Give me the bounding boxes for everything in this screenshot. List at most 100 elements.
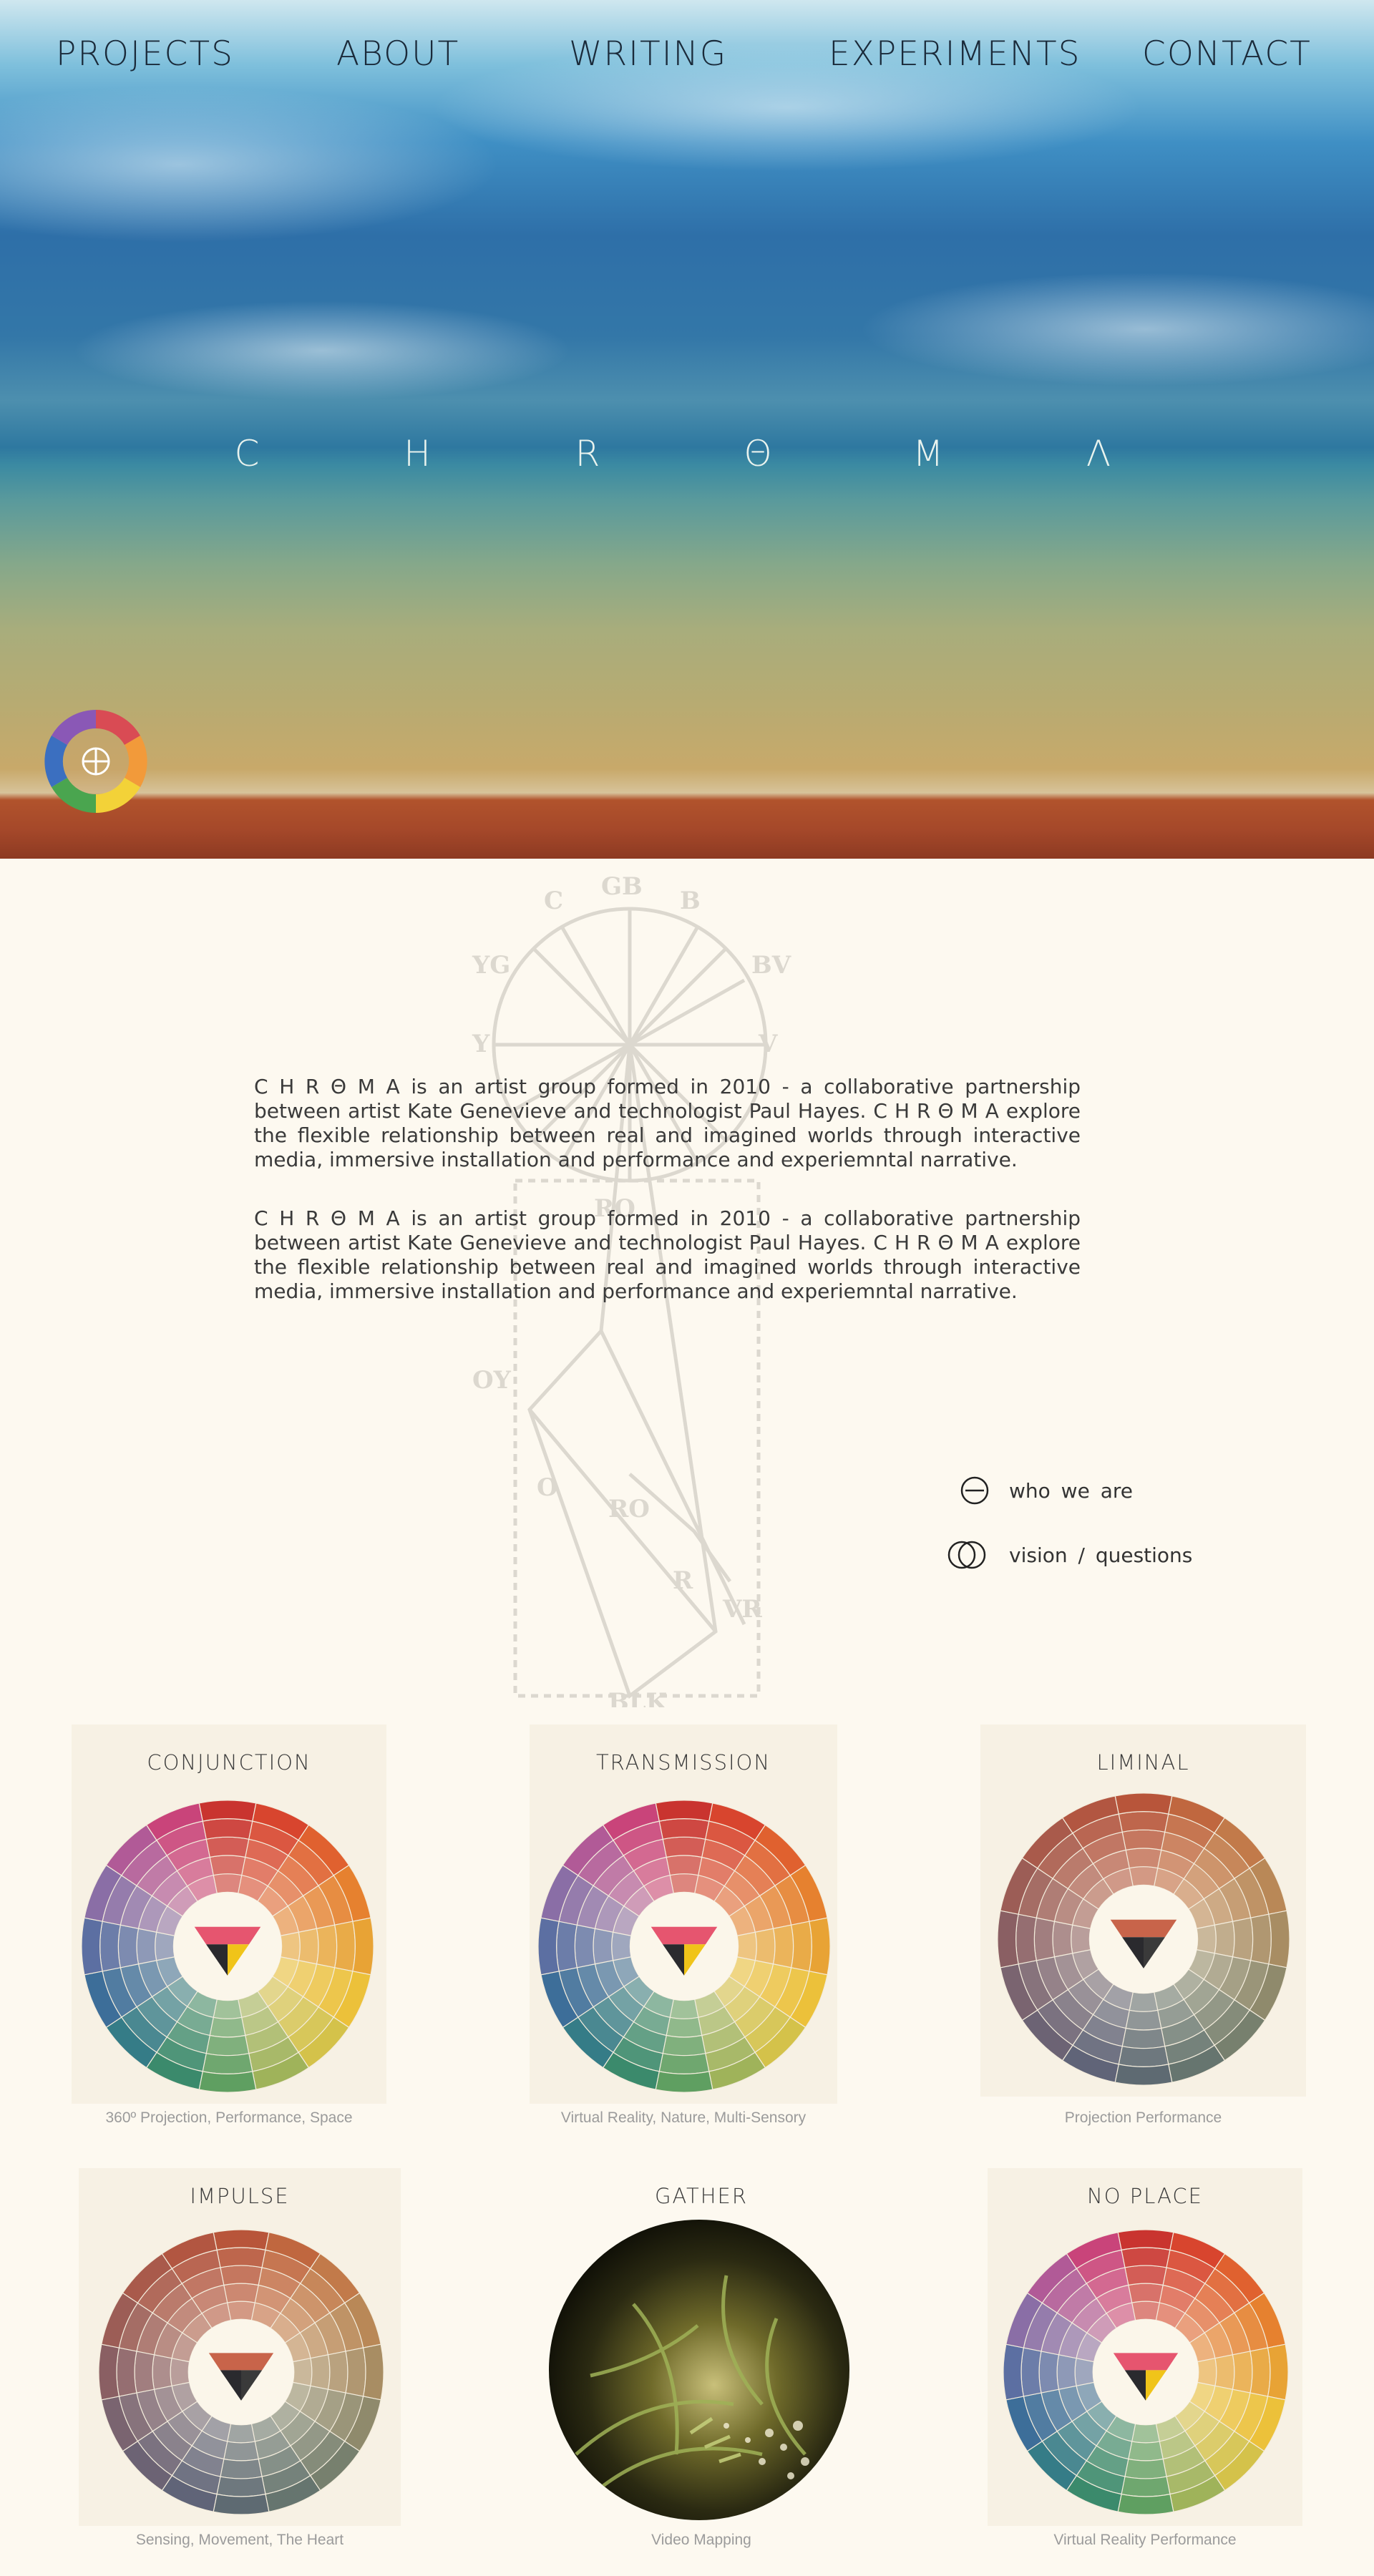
wheel-segment [556, 1921, 578, 1972]
brand-title: C H R Θ M Λ [215, 433, 1131, 483]
wheel-segment [327, 2351, 349, 2394]
color-wheel-logo-icon[interactable] [42, 707, 150, 816]
wheel-segment [223, 2283, 259, 2303]
svg-text:O: O [537, 1473, 558, 1502]
project-title: LIMINAL [1096, 1750, 1190, 1775]
wheel-segment [1232, 2351, 1253, 2394]
wheel-segment [116, 2347, 137, 2397]
nav-about[interactable]: ABOUT [336, 34, 459, 74]
project-card-no-place[interactable]: NO PLACE Virtual Reality Performance [988, 2168, 1302, 2562]
wheel-segment [1232, 1917, 1254, 1961]
wheel-segment [1117, 2229, 1174, 2251]
wheel-segment [345, 2347, 366, 2397]
color-wheel-image [997, 1792, 1290, 2086]
who-we-are-label: who we are [1009, 1478, 1133, 1503]
wheel-segment [1121, 2027, 1166, 2049]
wheel-segment [136, 1928, 157, 1965]
svg-text:RO: RO [608, 1495, 650, 1523]
wheel-segment [213, 1999, 243, 2019]
wheel-segment [1128, 2441, 1164, 2462]
wheel-segment [754, 1928, 776, 1965]
wheel-segment [198, 1800, 257, 1822]
wheel-segment [1128, 2283, 1164, 2303]
wheel-segment [1125, 2009, 1162, 2031]
wheel-segment [1124, 2458, 1167, 2479]
wheel-segment [997, 1910, 1019, 1968]
wheel-segment [662, 1836, 706, 1858]
wheel-segment [791, 1921, 812, 1972]
wheel-segment [666, 1855, 703, 1876]
vision-questions-label: vision / questions [1009, 1543, 1193, 1567]
wheel-segment [1071, 1924, 1091, 1954]
wheel-segment [216, 2247, 266, 2268]
nav-contact[interactable]: CONTACT [1142, 34, 1312, 74]
wheel-segment [662, 2034, 706, 2057]
wheel-segment [213, 2229, 270, 2251]
vision-questions-link[interactable]: vision / questions [945, 1537, 1192, 1573]
wheel-segment [352, 1917, 374, 1976]
wheel-segment [292, 2358, 313, 2386]
project-title: TRANSMISSION [595, 1750, 771, 1775]
brand-letter: M [912, 433, 944, 474]
svg-text:Y: Y [472, 1030, 490, 1058]
nav-projects[interactable]: PROJECTS [56, 34, 234, 74]
project-card-liminal[interactable]: LIMINAL Projection Performance [980, 1724, 1306, 2132]
brand-letter: C [234, 433, 260, 474]
project-title: GATHER [654, 2184, 749, 2208]
wheel-segment [362, 2343, 384, 2401]
color-wheel-image [98, 2229, 384, 2515]
theta-circle-icon [960, 1476, 989, 1505]
wheel-segment [736, 1931, 757, 1961]
cloud-shape [0, 86, 501, 243]
wheel-segment [666, 2016, 703, 2038]
wheel-segment [1118, 2046, 1169, 2067]
wheel-segment [1117, 2493, 1174, 2515]
wheel-segment [334, 1921, 356, 1972]
svg-text:VR: VR [722, 1595, 762, 1624]
brand-letter: H [404, 433, 431, 474]
wheel-segment [574, 1924, 596, 1968]
wheel-segment [213, 1873, 243, 1894]
project-card-transmission[interactable]: TRANSMISSION Virtual Reality, Nature, Mu… [530, 1724, 837, 2132]
wheel-segment [1056, 2354, 1077, 2390]
wheel-segment [220, 2458, 263, 2479]
who-we-are-link[interactable]: who we are [945, 1473, 1133, 1508]
wheel-segment [298, 1928, 319, 1965]
double-circle-icon [947, 1541, 986, 1569]
wheel-segment [310, 2354, 331, 2390]
project-card-gather[interactable]: GATHER Video Mapping [544, 2168, 859, 2562]
wheel-segment [658, 2053, 710, 2074]
color-wheel-image [537, 1800, 831, 2093]
project-title: NO PLACE [1087, 2184, 1203, 2208]
wheel-segment [772, 1924, 794, 1968]
project-card-conjunction[interactable]: CONJUNCTION 360º Projection, Performance… [72, 1724, 386, 2132]
svg-text:BLK: BLK [608, 1688, 668, 1707]
project-title: IMPULSE [190, 2184, 290, 2208]
color-wheel-image [81, 1800, 374, 2093]
wheel-segment [198, 2071, 257, 2093]
wheel-segment [1267, 2343, 1289, 2401]
project-tags: Virtual Reality Performance [1053, 2532, 1237, 2548]
wheel-segment [809, 1917, 831, 1976]
wheel-segment [209, 1855, 246, 1876]
svg-text:YG: YG [472, 951, 510, 980]
wheel-segment [316, 1924, 338, 1968]
wheel-segment [655, 2071, 713, 2093]
brand-letter: Θ [744, 433, 772, 474]
wheel-segment [1121, 2476, 1171, 2497]
project-tags: Projection Performance [1064, 2109, 1222, 2126]
wheel-segment [1250, 1913, 1272, 1965]
project-card-impulse[interactable]: IMPULSE Sensing, Movement, The Heart [79, 2168, 401, 2562]
nav-writing[interactable]: WRITING [569, 34, 727, 74]
wheel-segment [202, 1818, 253, 1840]
project-tags: Sensing, Movement, The Heart [135, 2532, 344, 2548]
project-title: CONJUNCTION [147, 1750, 311, 1775]
wheel-segment [655, 1800, 713, 1822]
nav-experiments[interactable]: EXPERIMENTS [829, 34, 1081, 74]
wheel-segment [170, 2358, 190, 2386]
project-tags: Video Mapping [651, 2532, 751, 2548]
svg-text:B: B [680, 887, 701, 915]
wheel-segment [1038, 2351, 1060, 2394]
wheel-segment [1249, 2347, 1271, 2397]
svg-text:GB: GB [601, 873, 643, 901]
